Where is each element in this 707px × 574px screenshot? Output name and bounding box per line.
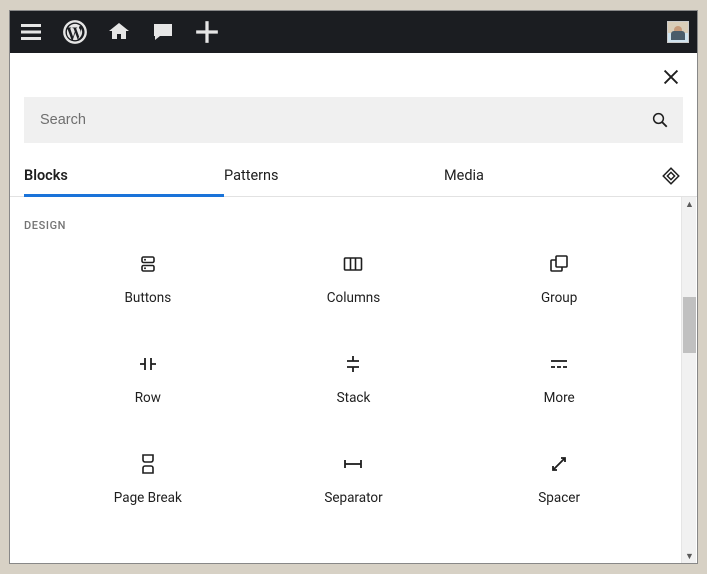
- group-icon: [547, 252, 571, 276]
- section-title-design: DESIGN: [10, 197, 697, 240]
- search-icon: [651, 111, 669, 129]
- block-label: Row: [135, 390, 161, 406]
- admin-toolbar: [10, 11, 697, 53]
- buttons-icon: [136, 252, 160, 276]
- block-item-separator[interactable]: Separator: [256, 446, 452, 512]
- tab-blocks[interactable]: Blocks: [24, 155, 224, 196]
- panel-header: [10, 53, 697, 93]
- home-icon[interactable]: [106, 19, 132, 45]
- close-button[interactable]: [657, 63, 685, 91]
- spacer-icon: [547, 452, 571, 476]
- pattern-explorer-button[interactable]: [659, 164, 683, 188]
- block-inserter-panel: Blocks Patterns Media DESIGN Buttons: [10, 53, 697, 563]
- wordpress-logo-icon[interactable]: [62, 19, 88, 45]
- plus-icon[interactable]: [194, 19, 220, 45]
- row-icon: [136, 352, 160, 376]
- close-icon: [660, 66, 682, 88]
- block-item-spacer[interactable]: Spacer: [461, 446, 657, 512]
- blocks-grid: Buttons Columns Group: [10, 240, 697, 512]
- block-label: Spacer: [538, 490, 580, 506]
- tabs: Blocks Patterns Media: [24, 155, 659, 196]
- hamburger-icon[interactable]: [18, 19, 44, 45]
- blocks-scroll-area: DESIGN Buttons Columns: [10, 197, 697, 563]
- scrollbar-thumb[interactable]: [683, 297, 696, 353]
- scrollbar-up-arrow[interactable]: ▲: [683, 197, 696, 211]
- block-item-buttons[interactable]: Buttons: [50, 246, 246, 312]
- page-break-icon: [136, 452, 160, 476]
- search-input[interactable]: [38, 111, 641, 129]
- block-item-group[interactable]: Group: [461, 246, 657, 312]
- block-item-stack[interactable]: Stack: [256, 346, 452, 412]
- search-container: [10, 97, 697, 143]
- scrollbar-track[interactable]: [681, 197, 696, 563]
- comment-icon[interactable]: [150, 19, 176, 45]
- columns-icon: [341, 252, 365, 276]
- block-item-columns[interactable]: Columns: [256, 246, 452, 312]
- user-avatar[interactable]: [667, 21, 689, 43]
- block-label: Separator: [324, 490, 382, 506]
- tabs-row: Blocks Patterns Media: [10, 155, 697, 197]
- stack-icon: [341, 352, 365, 376]
- block-label: Columns: [327, 290, 380, 306]
- block-label: Buttons: [124, 290, 171, 306]
- wp-editor-window: Blocks Patterns Media DESIGN Buttons: [9, 10, 698, 564]
- separator-icon: [341, 452, 365, 476]
- tab-patterns[interactable]: Patterns: [224, 155, 444, 196]
- block-item-more[interactable]: More: [461, 346, 657, 412]
- block-label: More: [544, 390, 575, 406]
- tab-media[interactable]: Media: [444, 155, 604, 196]
- search-field-wrapper: [24, 97, 683, 143]
- pattern-explorer-icon: [660, 165, 682, 187]
- block-item-row[interactable]: Row: [50, 346, 246, 412]
- block-item-page-break[interactable]: Page Break: [50, 446, 246, 512]
- more-icon: [547, 352, 571, 376]
- scrollbar-down-arrow[interactable]: ▼: [683, 549, 696, 563]
- block-label: Group: [541, 290, 577, 306]
- block-label: Stack: [337, 390, 371, 406]
- block-label: Page Break: [114, 490, 182, 506]
